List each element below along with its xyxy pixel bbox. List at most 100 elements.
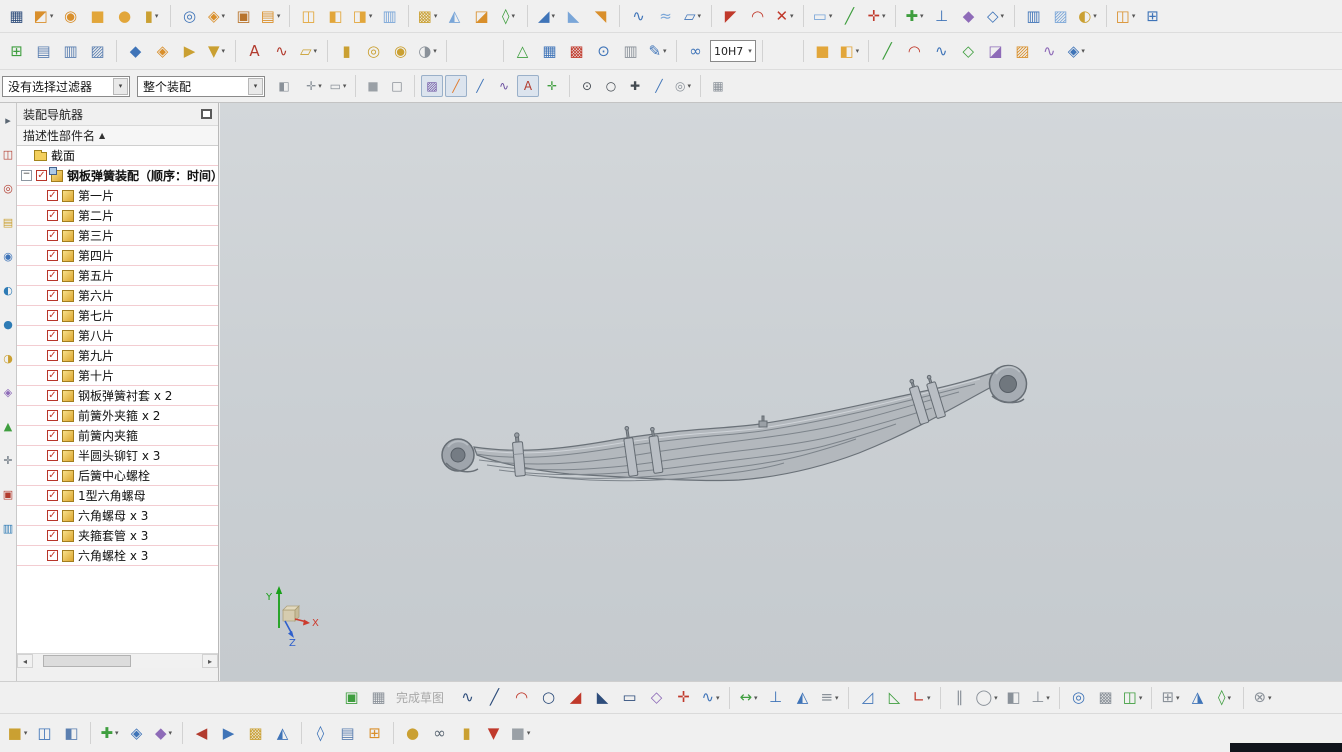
leaf-spring-model[interactable]: Y X Z: [220, 103, 1342, 681]
circle-icon[interactable]: ○: [536, 685, 561, 711]
extrude-icon[interactable]: ◩ ▾: [31, 3, 56, 29]
washer-icon[interactable]: ◉: [388, 38, 413, 64]
move-component-icon[interactable]: ◆: [956, 3, 981, 29]
clip-section-icon[interactable]: ◐ ▾: [1075, 3, 1100, 29]
touch-mode-tab-icon[interactable]: ▥: [0, 519, 16, 537]
dropdown-arrow-icon[interactable]: ▾: [835, 694, 839, 702]
dropdown-arrow-icon[interactable]: ▾: [552, 12, 556, 20]
window-icon[interactable]: ◫ ▾: [1113, 3, 1138, 29]
dropdown-arrow-icon[interactable]: ▾: [527, 729, 531, 737]
tree-column-header[interactable]: 描述性部件名 ▲: [17, 126, 218, 146]
edge-blend-icon[interactable]: ◢ ▾: [534, 3, 559, 29]
component-checkbox[interactable]: ✓: [47, 310, 58, 321]
tree-item[interactable]: ✓ 第二片: [17, 206, 218, 226]
dropdown-arrow-icon[interactable]: ▾: [1268, 694, 1272, 702]
dropdown-arrow-icon[interactable]: ▾: [790, 12, 794, 20]
find-component-icon[interactable]: ◫: [32, 720, 57, 746]
through-curves-icon[interactable]: ∿: [626, 3, 651, 29]
tree-item[interactable]: ✓ 六角螺母 x 3: [17, 506, 218, 526]
mirror-curve-icon[interactable]: ◫ ▾: [1120, 685, 1145, 711]
constraint-grid-icon[interactable]: ⊞: [4, 38, 29, 64]
tree-item[interactable]: ✓ 钢板弹簧衬套 x 2: [17, 386, 218, 406]
make-corner-icon[interactable]: ∟ ▾: [909, 685, 934, 711]
cylinder-icon[interactable]: ▮ ▾: [139, 3, 164, 29]
scroll-left-icon[interactable]: ◂: [17, 654, 33, 668]
display-cube-icon[interactable]: ■ ▾: [508, 720, 533, 746]
history-tab-icon[interactable]: ◑: [0, 349, 16, 367]
dropdown-arrow-icon[interactable]: ▾: [222, 12, 226, 20]
snap-center-icon[interactable]: ⊙: [576, 75, 598, 97]
mirror-assembly-bottom-icon[interactable]: ◭: [270, 720, 295, 746]
component-checkbox[interactable]: ✓: [36, 170, 47, 181]
center-bolt-nut[interactable]: [758, 415, 768, 428]
selection-intent-icon[interactable]: A: [517, 75, 539, 97]
spring-tool-icon[interactable]: ◎: [361, 38, 386, 64]
view-section-icon[interactable]: ▥: [1021, 3, 1046, 29]
draft-icon[interactable]: ◥: [588, 3, 613, 29]
dropdown-arrow-icon[interactable]: ▾: [1227, 694, 1231, 702]
dropdown-arrow-icon[interactable]: ▾: [115, 729, 119, 737]
ball-tool-icon[interactable]: ●: [400, 720, 425, 746]
component-checkbox[interactable]: ✓: [47, 330, 58, 341]
dropdown-arrow-icon[interactable]: ▾: [1176, 694, 1180, 702]
tree-item[interactable]: ✓ 半圆头铆钉 x 3: [17, 446, 218, 466]
suppress-component-icon[interactable]: ▶: [216, 720, 241, 746]
pattern-component-icon[interactable]: ▩: [243, 720, 268, 746]
snap-intersection-icon[interactable]: ✚: [624, 75, 646, 97]
shaded-solid-icon[interactable]: ■: [362, 75, 384, 97]
new-component-icon[interactable]: ◈: [124, 720, 149, 746]
tree-item[interactable]: ✓ 前簧内夹箍: [17, 426, 218, 446]
component-checkbox[interactable]: ✓: [47, 470, 58, 481]
auto-constrain-icon[interactable]: ≡ ▾: [817, 685, 842, 711]
assembly-navigator-tab-icon[interactable]: ◫: [0, 145, 16, 163]
tree-item[interactable]: ✓ 第十片: [17, 366, 218, 386]
exploded-views-icon[interactable]: ◊: [308, 720, 333, 746]
mirror-assembly-icon[interactable]: ◇ ▾: [983, 3, 1008, 29]
text-on-path-icon[interactable]: ∿: [269, 38, 294, 64]
dropdown-arrow-icon[interactable]: ▾: [1093, 12, 1097, 20]
dropdown-arrow-icon[interactable]: ▾: [50, 12, 54, 20]
chevron-down-icon[interactable]: ▾: [248, 77, 263, 95]
sketch-groups-icon[interactable]: ⊞ ▾: [1158, 685, 1183, 711]
chamfer-icon[interactable]: ◣: [590, 685, 615, 711]
expander-icon[interactable]: −: [21, 170, 32, 181]
split-body-icon[interactable]: ◠: [745, 3, 770, 29]
component-checkbox[interactable]: ✓: [47, 290, 58, 301]
studio-spline-icon[interactable]: ∿ ▾: [698, 685, 723, 711]
roles-tab-icon[interactable]: ▣: [0, 485, 16, 503]
scale-body-icon[interactable]: ◊ ▾: [496, 3, 521, 29]
component-checkbox[interactable]: ✓: [47, 210, 58, 221]
resource-bar-expand-icon[interactable]: ▸: [0, 111, 16, 129]
offset-face-icon[interactable]: ◪: [469, 3, 494, 29]
layer-settings-icon[interactable]: ▥: [58, 38, 83, 64]
display-sketch-constraints-icon[interactable]: ∥: [947, 685, 972, 711]
flag-note-icon[interactable]: ▶: [177, 38, 202, 64]
arc-icon[interactable]: ◠: [509, 685, 534, 711]
grid-display-icon[interactable]: ▦: [707, 75, 729, 97]
more-curve-tools-icon[interactable]: ◈ ▾: [1064, 38, 1089, 64]
sketch-update-icon[interactable]: ▦: [366, 685, 391, 711]
rapid-dimension-icon[interactable]: ↔ ▾: [736, 685, 761, 711]
component-checkbox[interactable]: ✓: [47, 190, 58, 201]
tree-item[interactable]: − ✓ 钢板弹簧装配（顺序：时间）: [17, 166, 218, 186]
annotation-plane-icon[interactable]: ▱ ▾: [296, 38, 321, 64]
inferred-constraints-icon[interactable]: ⊥ ▾: [1028, 685, 1053, 711]
component-checkbox[interactable]: ✓: [47, 410, 58, 421]
open-component-icon[interactable]: ◧: [59, 720, 84, 746]
boss-icon[interactable]: ◈ ▾: [204, 3, 229, 29]
dropdown-arrow-icon[interactable]: ▾: [716, 694, 720, 702]
dropdown-arrow-icon[interactable]: ▾: [829, 12, 833, 20]
tools-icon[interactable]: ◆: [123, 38, 148, 64]
move-component-bottom-icon[interactable]: ◆ ▾: [151, 720, 176, 746]
datum-axis-icon[interactable]: ╱: [837, 3, 862, 29]
tree-item[interactable]: 截面: [17, 146, 218, 166]
chamfer-icon[interactable]: ◣: [561, 3, 586, 29]
tree-item[interactable]: ✓ 1型六角螺母: [17, 486, 218, 506]
helix-tool-icon[interactable]: ∿: [1037, 38, 1062, 64]
tree-item[interactable]: ✓ 前簧外夹箍 x 2: [17, 406, 218, 426]
dropdown-arrow-icon[interactable]: ▾: [687, 82, 691, 90]
fillet-icon[interactable]: ◢: [563, 685, 588, 711]
geometric-constraints-icon[interactable]: ⊥: [763, 685, 788, 711]
stacked-sheets-icon[interactable]: ▤: [31, 38, 56, 64]
constraint-navigator-tab-icon[interactable]: ◎: [0, 179, 16, 197]
